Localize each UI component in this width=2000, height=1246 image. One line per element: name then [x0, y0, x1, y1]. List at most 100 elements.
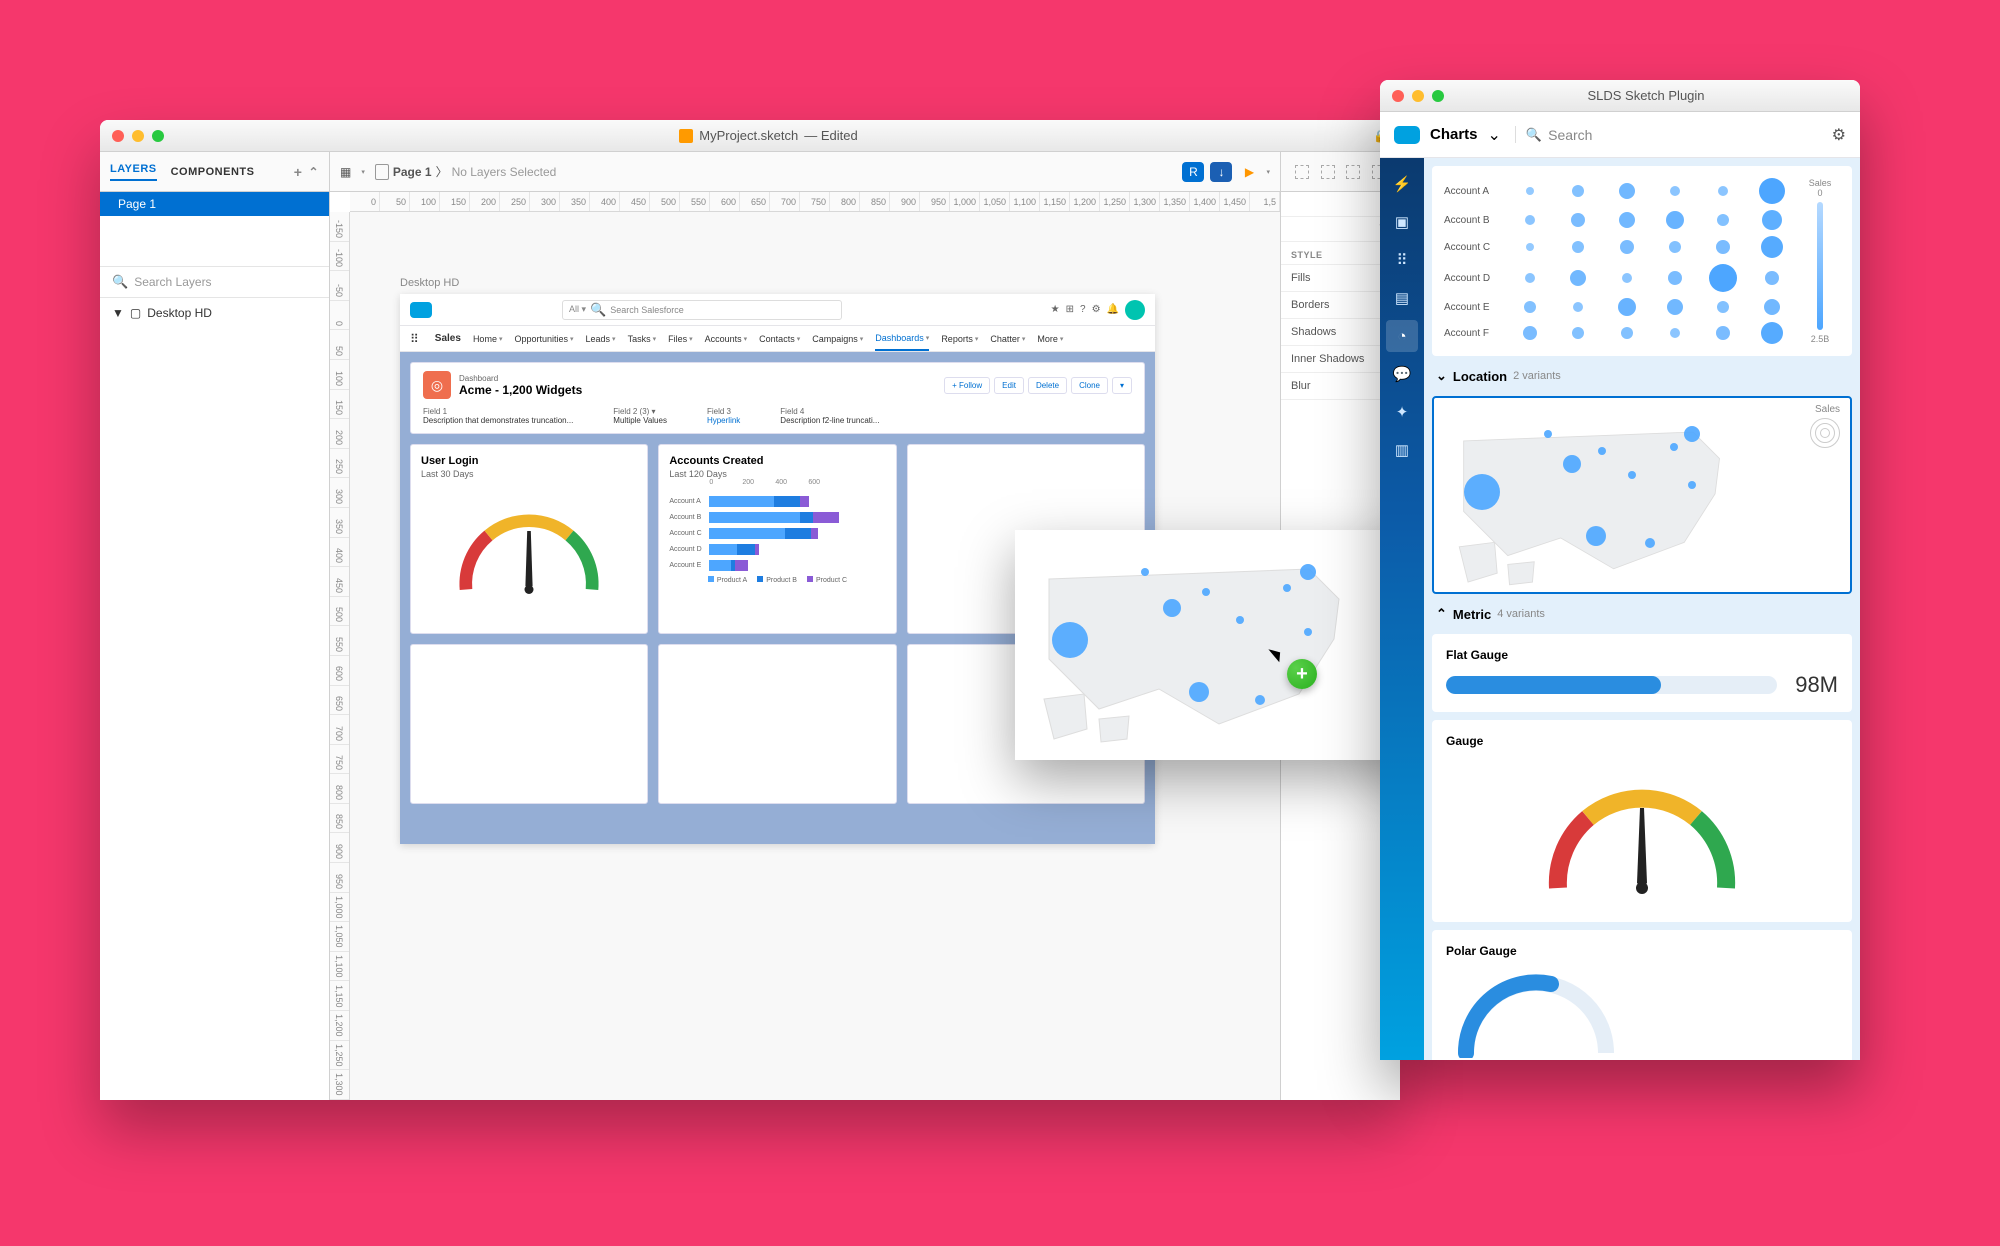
gauge-variant[interactable]: Gauge [1432, 720, 1852, 922]
rail-table-icon[interactable]: ▤ [1386, 282, 1418, 314]
map-bubble [1300, 564, 1316, 580]
sf-global-search[interactable]: All ▾ Search Salesforce [562, 300, 842, 320]
location-section-header[interactable]: ⌄ Location 2 variants [1432, 364, 1852, 388]
align-icon-3[interactable] [1346, 165, 1360, 179]
empty-card-2[interactable] [410, 644, 648, 804]
window-traffic-lights[interactable] [112, 130, 164, 142]
chevron-down-icon[interactable]: ▾ [361, 168, 365, 176]
scale-rings-icon [1810, 418, 1840, 448]
plugin-icon-down[interactable]: ↓ [1210, 162, 1232, 182]
sketch-titlebar: MyProject.sketch — Edited [100, 120, 1400, 152]
search-scope[interactable]: All ▾ [569, 304, 586, 315]
canvas-toolbar: ▦ ▾ Page 1 〉 No Layers Selected R ↓ ▶ ▾ [330, 162, 1280, 182]
nav-item-reports[interactable]: Reports ▾ [941, 327, 978, 351]
search-icon [1526, 126, 1542, 143]
bubble-dot [1670, 186, 1680, 196]
chevron-down-icon[interactable]: ▾ [1266, 168, 1270, 176]
rail-columns-icon[interactable]: ▥ [1386, 434, 1418, 466]
location-map-variant[interactable]: Sales [1432, 396, 1852, 594]
nav-item-more[interactable]: More ▾ [1037, 327, 1063, 351]
rail-layout-icon[interactable]: ▣ [1386, 206, 1418, 238]
bubble-dot [1670, 328, 1680, 338]
bubble-row-label: Account B [1444, 215, 1502, 226]
rail-config-icon[interactable]: ✦ [1386, 396, 1418, 428]
bubble-dot [1666, 211, 1684, 229]
nav-item-campaigns[interactable]: Campaigns ▾ [812, 327, 863, 351]
bubble-dot [1762, 210, 1782, 230]
nav-item-contacts[interactable]: Contacts ▾ [759, 327, 800, 351]
edit-button[interactable]: Edit [994, 377, 1024, 394]
page-list-item[interactable]: Page 1 [100, 192, 329, 216]
salesforce-logo-icon [1394, 126, 1420, 144]
add-icon[interactable]: ⊞ [1066, 304, 1074, 315]
metric-section-header[interactable]: ⌃ Metric 4 variants [1432, 602, 1852, 626]
empty-card-3[interactable] [658, 644, 896, 804]
chevron-down-icon[interactable]: ⌄ [1436, 368, 1447, 384]
add-page-icon[interactable]: + [294, 164, 303, 180]
nav-item-opportunities[interactable]: Opportunities ▾ [514, 327, 573, 351]
notification-icon[interactable]: 🔔 [1107, 304, 1119, 315]
bar-row: Account A [669, 496, 885, 507]
minimize-window-icon[interactable] [1412, 90, 1424, 102]
bar-row: Account D [669, 544, 885, 555]
nav-item-home[interactable]: Home ▾ [473, 327, 503, 351]
section-count: 4 variants [1497, 608, 1545, 620]
gear-icon[interactable]: ⚙ [1832, 125, 1846, 145]
nav-item-accounts[interactable]: Accounts ▾ [705, 327, 748, 351]
plugin-content[interactable]: Account ASales02.5BAccount BAccount CAcc… [1424, 158, 1860, 1060]
rail-bolt-icon[interactable]: ⚡ [1386, 168, 1418, 200]
bubble-dot [1764, 299, 1780, 315]
nav-item-leads[interactable]: Leads ▾ [586, 327, 616, 351]
close-window-icon[interactable] [1392, 90, 1404, 102]
chevron-up-icon[interactable]: ⌃ [1436, 606, 1447, 622]
rail-chart-icon[interactable]: ◔ [1386, 320, 1418, 352]
align-icon[interactable] [1295, 165, 1309, 179]
artboard-list-item[interactable]: ▼ ▢ Desktop HD [100, 298, 329, 328]
breadcrumb-selection: No Layers Selected [452, 165, 557, 179]
layers-tab[interactable]: LAYERS [110, 163, 157, 181]
nav-item-chatter[interactable]: Chatter ▾ [990, 327, 1025, 351]
accounts-created-card[interactable]: Accounts Created Last 120 Days 020040060… [658, 444, 896, 634]
close-window-icon[interactable] [112, 130, 124, 142]
zoom-window-icon[interactable] [1432, 90, 1444, 102]
bubble-dot [1526, 243, 1534, 251]
components-tab[interactable]: COMPONENTS [171, 166, 255, 178]
plugin-search[interactable]: Search [1515, 126, 1822, 143]
overflow-button[interactable]: ▾ [1112, 377, 1132, 394]
minimize-window-icon[interactable] [132, 130, 144, 142]
clone-button[interactable]: Clone [1071, 377, 1108, 394]
delete-button[interactable]: Delete [1028, 377, 1067, 394]
bubble-grid-card[interactable]: Account ASales02.5BAccount BAccount CAcc… [1432, 166, 1852, 356]
help-icon[interactable]: ? [1080, 304, 1086, 315]
legend-product-a: Product A [708, 576, 747, 584]
grid-icon[interactable]: ▦ [340, 165, 351, 179]
search-layers-input[interactable]: Search Layers [100, 266, 329, 298]
user-login-card[interactable]: User Login Last 30 Days [410, 444, 648, 634]
breadcrumb-page[interactable]: Page 1 [393, 165, 432, 179]
favorite-icon[interactable]: ★ [1051, 304, 1060, 315]
search-placeholder: Search Salesforce [610, 305, 684, 315]
bubble-dot [1620, 240, 1634, 254]
chevron-down-icon[interactable]: ⌄ [1488, 125, 1501, 145]
nav-item-tasks[interactable]: Tasks ▾ [628, 327, 657, 351]
plugin-icon-r[interactable]: R [1182, 162, 1204, 182]
category-dropdown[interactable]: Charts [1430, 126, 1478, 143]
polar-gauge-variant[interactable]: Polar Gauge [1432, 930, 1852, 1060]
nav-item-dashboards[interactable]: Dashboards ▾ [875, 333, 929, 351]
zoom-window-icon[interactable] [152, 130, 164, 142]
window-traffic-lights[interactable] [1392, 90, 1444, 102]
play-icon[interactable]: ▶ [1238, 162, 1260, 182]
artboard-title-label[interactable]: Desktop HD [400, 277, 459, 289]
bubble-dot [1621, 327, 1633, 339]
rail-grid-icon[interactable]: ⠿ [1386, 244, 1418, 276]
flat-gauge-variant[interactable]: Flat Gauge 98M [1432, 634, 1852, 712]
collapse-icon[interactable]: ⌃ [308, 165, 319, 179]
follow-button[interactable]: + Follow [944, 377, 990, 394]
avatar[interactable] [1125, 300, 1145, 320]
nav-item-files[interactable]: Files ▾ [668, 327, 693, 351]
app-launcher-icon[interactable]: ⠿ [410, 332, 419, 346]
disclosure-icon[interactable]: ▼ [112, 306, 124, 320]
rail-chat-icon[interactable]: 💬 [1386, 358, 1418, 390]
align-icon-2[interactable] [1321, 165, 1335, 179]
gear-icon[interactable]: ⚙ [1092, 304, 1101, 315]
